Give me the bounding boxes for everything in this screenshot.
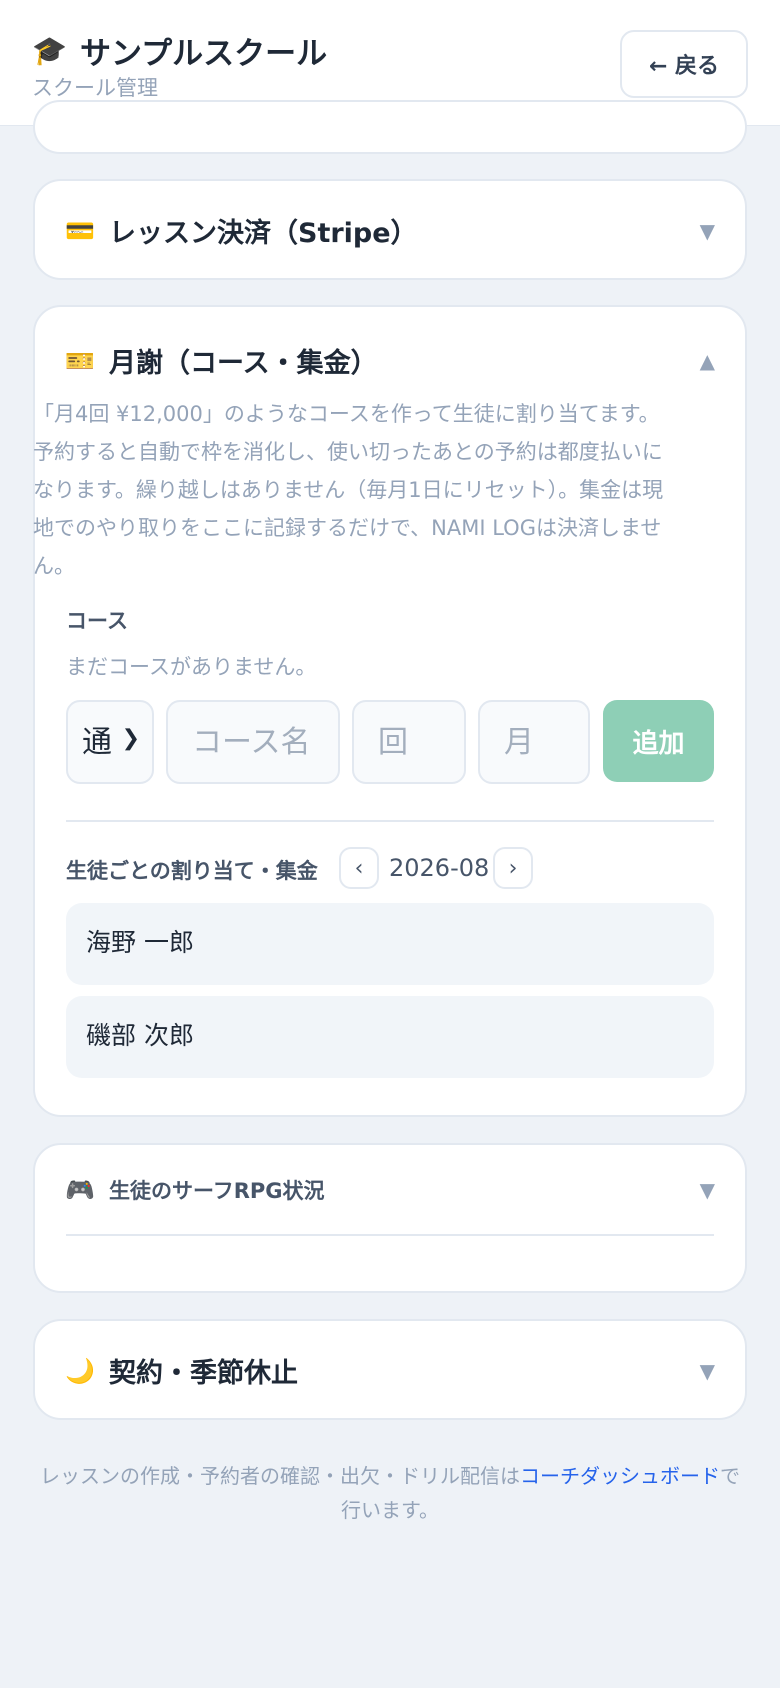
course-label: コース xyxy=(66,609,128,633)
coach-dashboard-link[interactable]: コーチダッシュボード xyxy=(520,1464,720,1488)
chevron-down-icon[interactable]: ▼ xyxy=(700,1178,715,1202)
no-courses-text: まだコースがありません。 xyxy=(66,655,317,679)
course-count-input[interactable] xyxy=(352,700,466,784)
student-row[interactable]: 磯部 次郎 xyxy=(66,996,714,1078)
section-contract-title: 契約・季節休止 xyxy=(109,1358,298,1389)
section-rpg-header[interactable]: 🎮 生徒のサーフRPG状況 ▼ xyxy=(65,1175,715,1205)
section-stripe[interactable]: 💳 レッスン決済（Stripe） ▼ xyxy=(33,179,747,280)
section-tuition-title: 月謝（コース・集金） xyxy=(109,348,378,379)
add-course-button[interactable]: 追加 xyxy=(603,700,714,782)
section-contract[interactable]: 🌙 契約・季節休止 ▼ xyxy=(33,1319,747,1420)
current-month: 2026-08 xyxy=(389,854,490,882)
brand: 🎓 サンプルスクール xyxy=(32,28,327,73)
graduation-cap-icon: 🎓 xyxy=(32,34,67,67)
student-row[interactable]: 海野 一郎 xyxy=(66,903,714,985)
section-rpg[interactable]: 🎮 生徒のサーフRPG状況 ▼ xyxy=(33,1143,747,1293)
student-name: 海野 一郎 xyxy=(86,928,194,957)
crescent-moon-icon: 🌙 xyxy=(65,1356,95,1385)
prev-month-button[interactable]: ‹ xyxy=(339,847,379,889)
student-name: 磯部 次郎 xyxy=(86,1021,194,1050)
chevron-down-icon[interactable]: ▼ xyxy=(700,219,715,243)
credit-card-icon: 💳 xyxy=(65,216,95,245)
course-type-select[interactable]: 通 xyxy=(66,700,154,784)
assign-label: 生徒ごとの割り当て・集金 xyxy=(66,859,318,883)
divider xyxy=(66,1234,714,1236)
next-month-button[interactable]: › xyxy=(493,847,533,889)
section-contract-header[interactable]: 🌙 契約・季節休止 ▼ xyxy=(65,1351,715,1390)
tuition-description: 「月4回 ¥12,000」のようなコースを作って生徒に割り当てます。予約すると自… xyxy=(33,402,664,578)
ticket-icon: 🎫 xyxy=(65,346,95,375)
footer-note: レッスンの作成・予約者の確認・出欠・ドリル配信はコーチダッシュボードで行います。 xyxy=(40,1459,740,1527)
game-controller-icon: 🎮 xyxy=(65,1176,95,1204)
header-subtitle: スクール管理 xyxy=(32,76,158,100)
section-rpg-title: 生徒のサーフRPG状況 xyxy=(109,1179,325,1203)
chevron-up-icon[interactable]: ▲ xyxy=(700,349,715,373)
section-stripe-header[interactable]: 💳 レッスン決済（Stripe） ▼ xyxy=(65,211,715,250)
section-stripe-title: レッスン決済（Stripe） xyxy=(109,218,418,249)
divider xyxy=(66,820,714,822)
chevron-down-icon[interactable]: ▼ xyxy=(700,1359,715,1383)
course-name-input[interactable] xyxy=(166,700,340,784)
course-type-select-wrap[interactable]: 通 ❯ xyxy=(66,700,154,784)
back-button[interactable]: ← 戻る xyxy=(620,30,748,98)
section-tuition-header[interactable]: 🎫 月謝（コース・集金） ▲ xyxy=(65,341,715,380)
footer-text-before: レッスンの作成・予約者の確認・出欠・ドリル配信は xyxy=(40,1464,520,1488)
collapsed-card-above xyxy=(33,100,747,154)
course-price-input[interactable] xyxy=(478,700,590,784)
school-name: サンプルスクール xyxy=(80,36,328,72)
